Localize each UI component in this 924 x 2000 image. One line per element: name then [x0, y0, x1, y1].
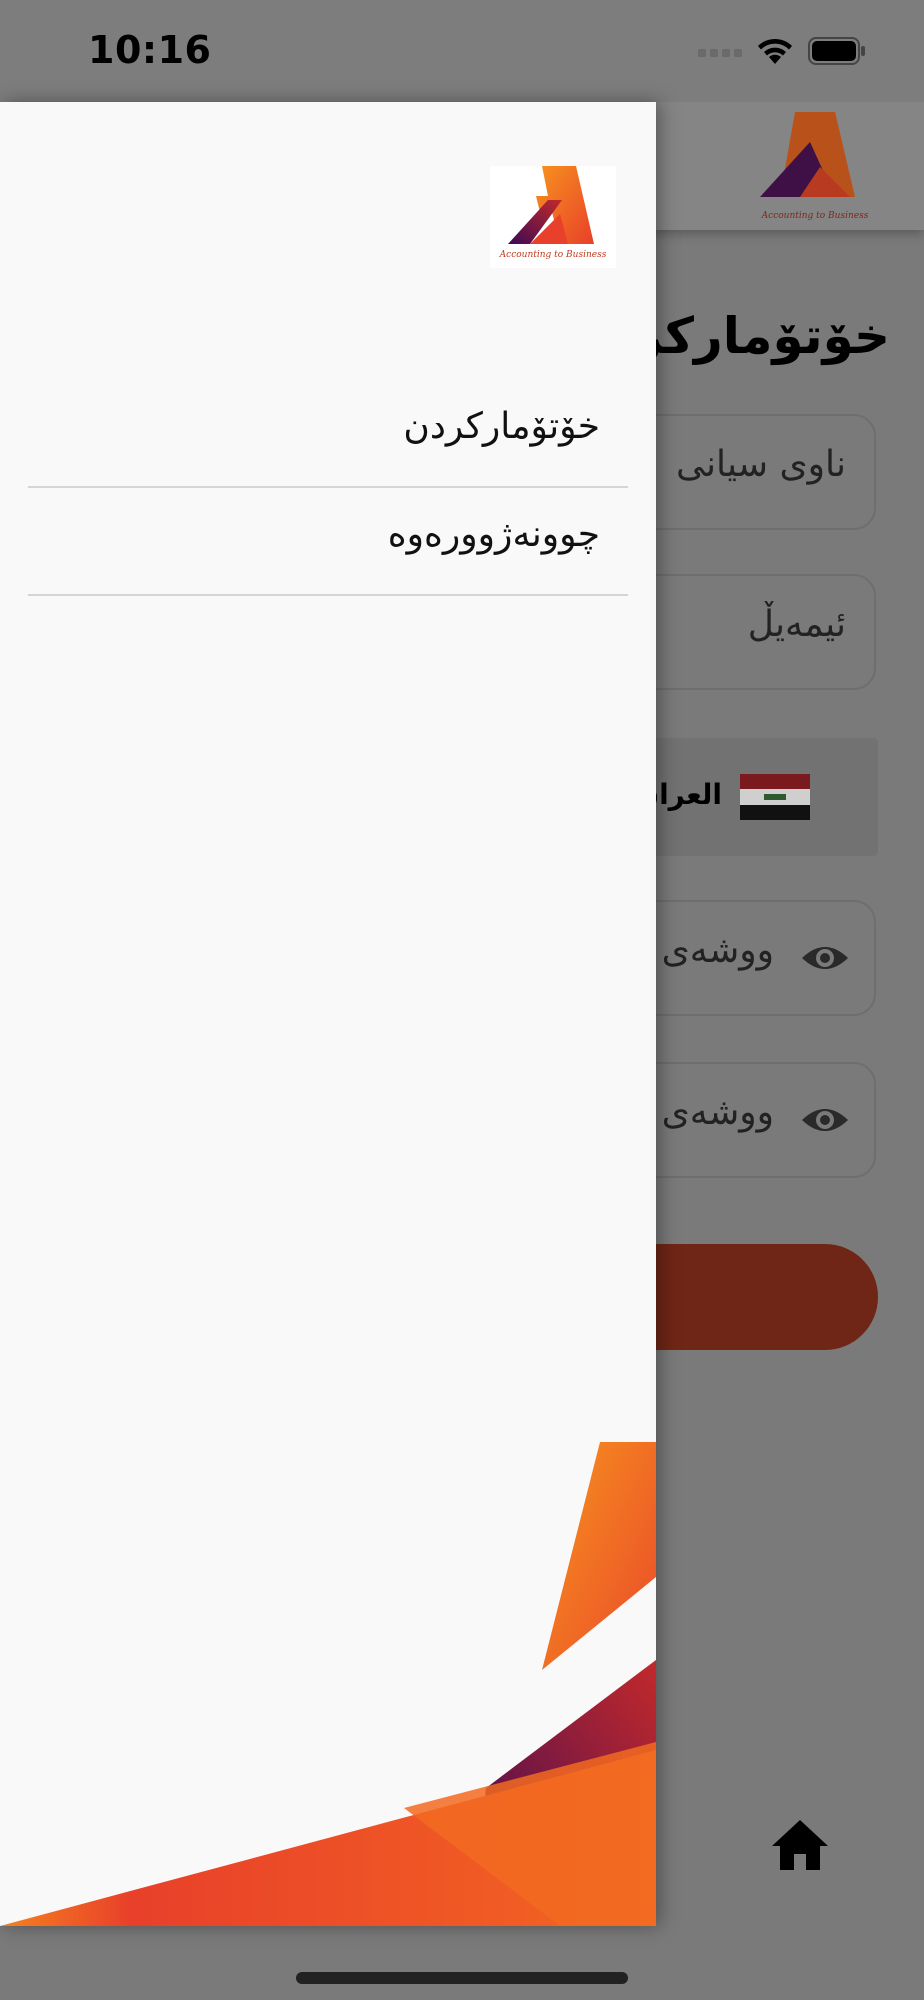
app-logo-caption: Accounting to Business	[761, 211, 869, 221]
status-bar: 10:16	[0, 0, 924, 102]
navigation-drawer: Accounting to Business خۆتۆمارکردن چوونە…	[0, 102, 656, 1926]
battery-icon	[808, 37, 865, 65]
eye-icon[interactable]	[800, 1100, 850, 1140]
drawer-logo-caption: Accounting to Business	[499, 250, 607, 260]
iraq-flag-icon	[740, 774, 810, 820]
app-logo-icon: Accounting to Business	[760, 112, 869, 221]
decorative-brand-graphic	[0, 1442, 656, 1926]
home-icon[interactable]	[770, 1818, 830, 1872]
menu-item-label: خۆتۆمارکردن	[403, 406, 600, 447]
full-name-placeholder: ناوی سیانی	[675, 444, 846, 485]
status-icons	[698, 36, 866, 66]
cellular-signal-icon	[698, 49, 742, 57]
status-time: 10:16	[88, 28, 212, 72]
home-indicator[interactable]	[296, 1972, 628, 1984]
eye-icon[interactable]	[800, 938, 850, 978]
menu-item-label: چوونەژوورەوە	[387, 514, 600, 555]
menu-item-register[interactable]: خۆتۆمارکردن	[28, 380, 628, 488]
drawer-logo: Accounting to Business	[490, 166, 616, 268]
wifi-icon	[758, 38, 792, 64]
email-placeholder: ئیمەیڵ	[747, 604, 846, 645]
accounting-logo-icon	[508, 166, 594, 244]
menu-item-login[interactable]: چوونەژوورەوە	[28, 488, 628, 596]
